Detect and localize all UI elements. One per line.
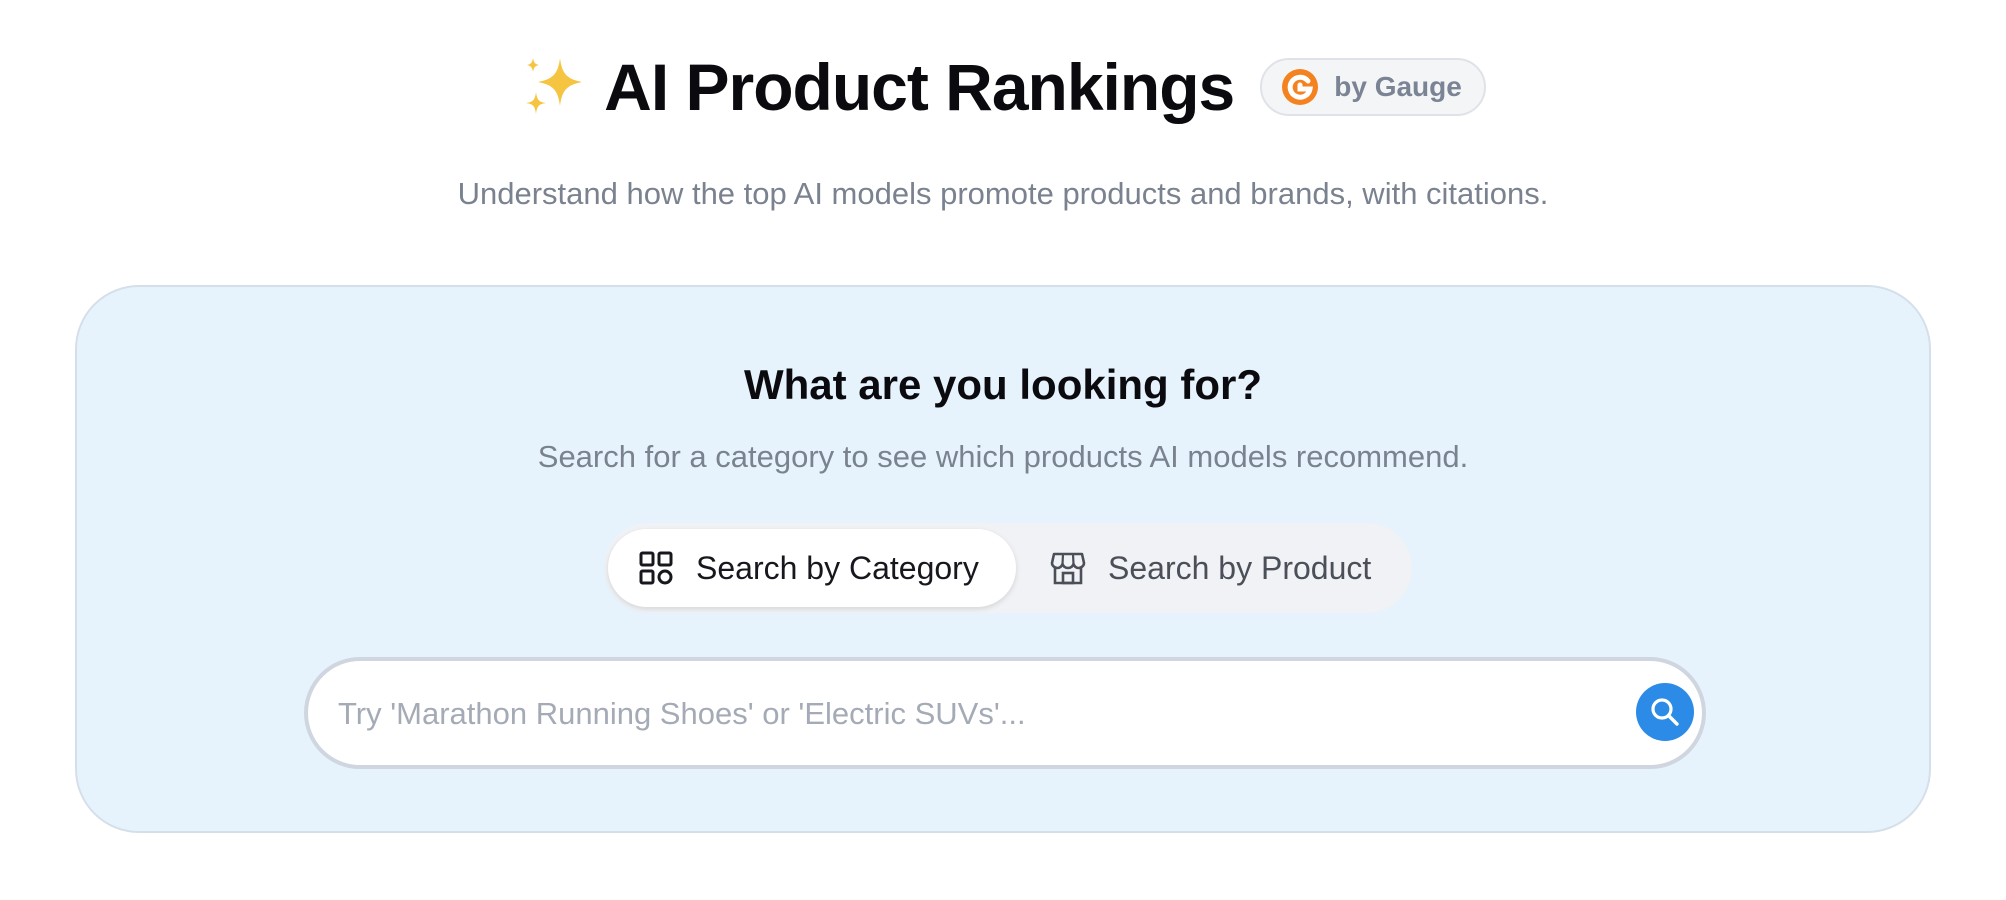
tab-product-label: Search by Product [1108,549,1372,586]
search-mode-toggle: Search by Category Search by Product [604,523,1412,613]
page-title: AI Product Rankings [604,50,1235,124]
card-subtitle: Search for a category to see which produ… [537,439,1469,474]
search-button[interactable] [1636,683,1694,741]
tab-category-label: Search by Category [696,549,979,586]
search-bar [304,657,1706,769]
tab-search-by-category[interactable]: Search by Category [608,529,1016,607]
search-icon [1651,698,1679,726]
by-gauge-badge[interactable]: by Gauge [1260,58,1486,116]
search-card: What are you looking for? Search for a c… [75,285,1931,833]
badge-label: by Gauge [1334,71,1462,102]
gauge-logo-icon [1282,69,1319,105]
storefront-icon [1050,552,1086,585]
page-subtitle: Understand how the top AI models promote… [457,176,1549,211]
search-input[interactable] [336,661,1580,767]
sparkles-icon [526,58,583,114]
page: AI Product Rankings by Gauge Understand … [0,0,2006,900]
card-title: What are you looking for? [743,361,1262,408]
tab-search-by-product[interactable]: Search by Product [1030,529,1400,607]
grid-icon [639,551,673,585]
header: AI Product Rankings by Gauge [0,52,2006,122]
